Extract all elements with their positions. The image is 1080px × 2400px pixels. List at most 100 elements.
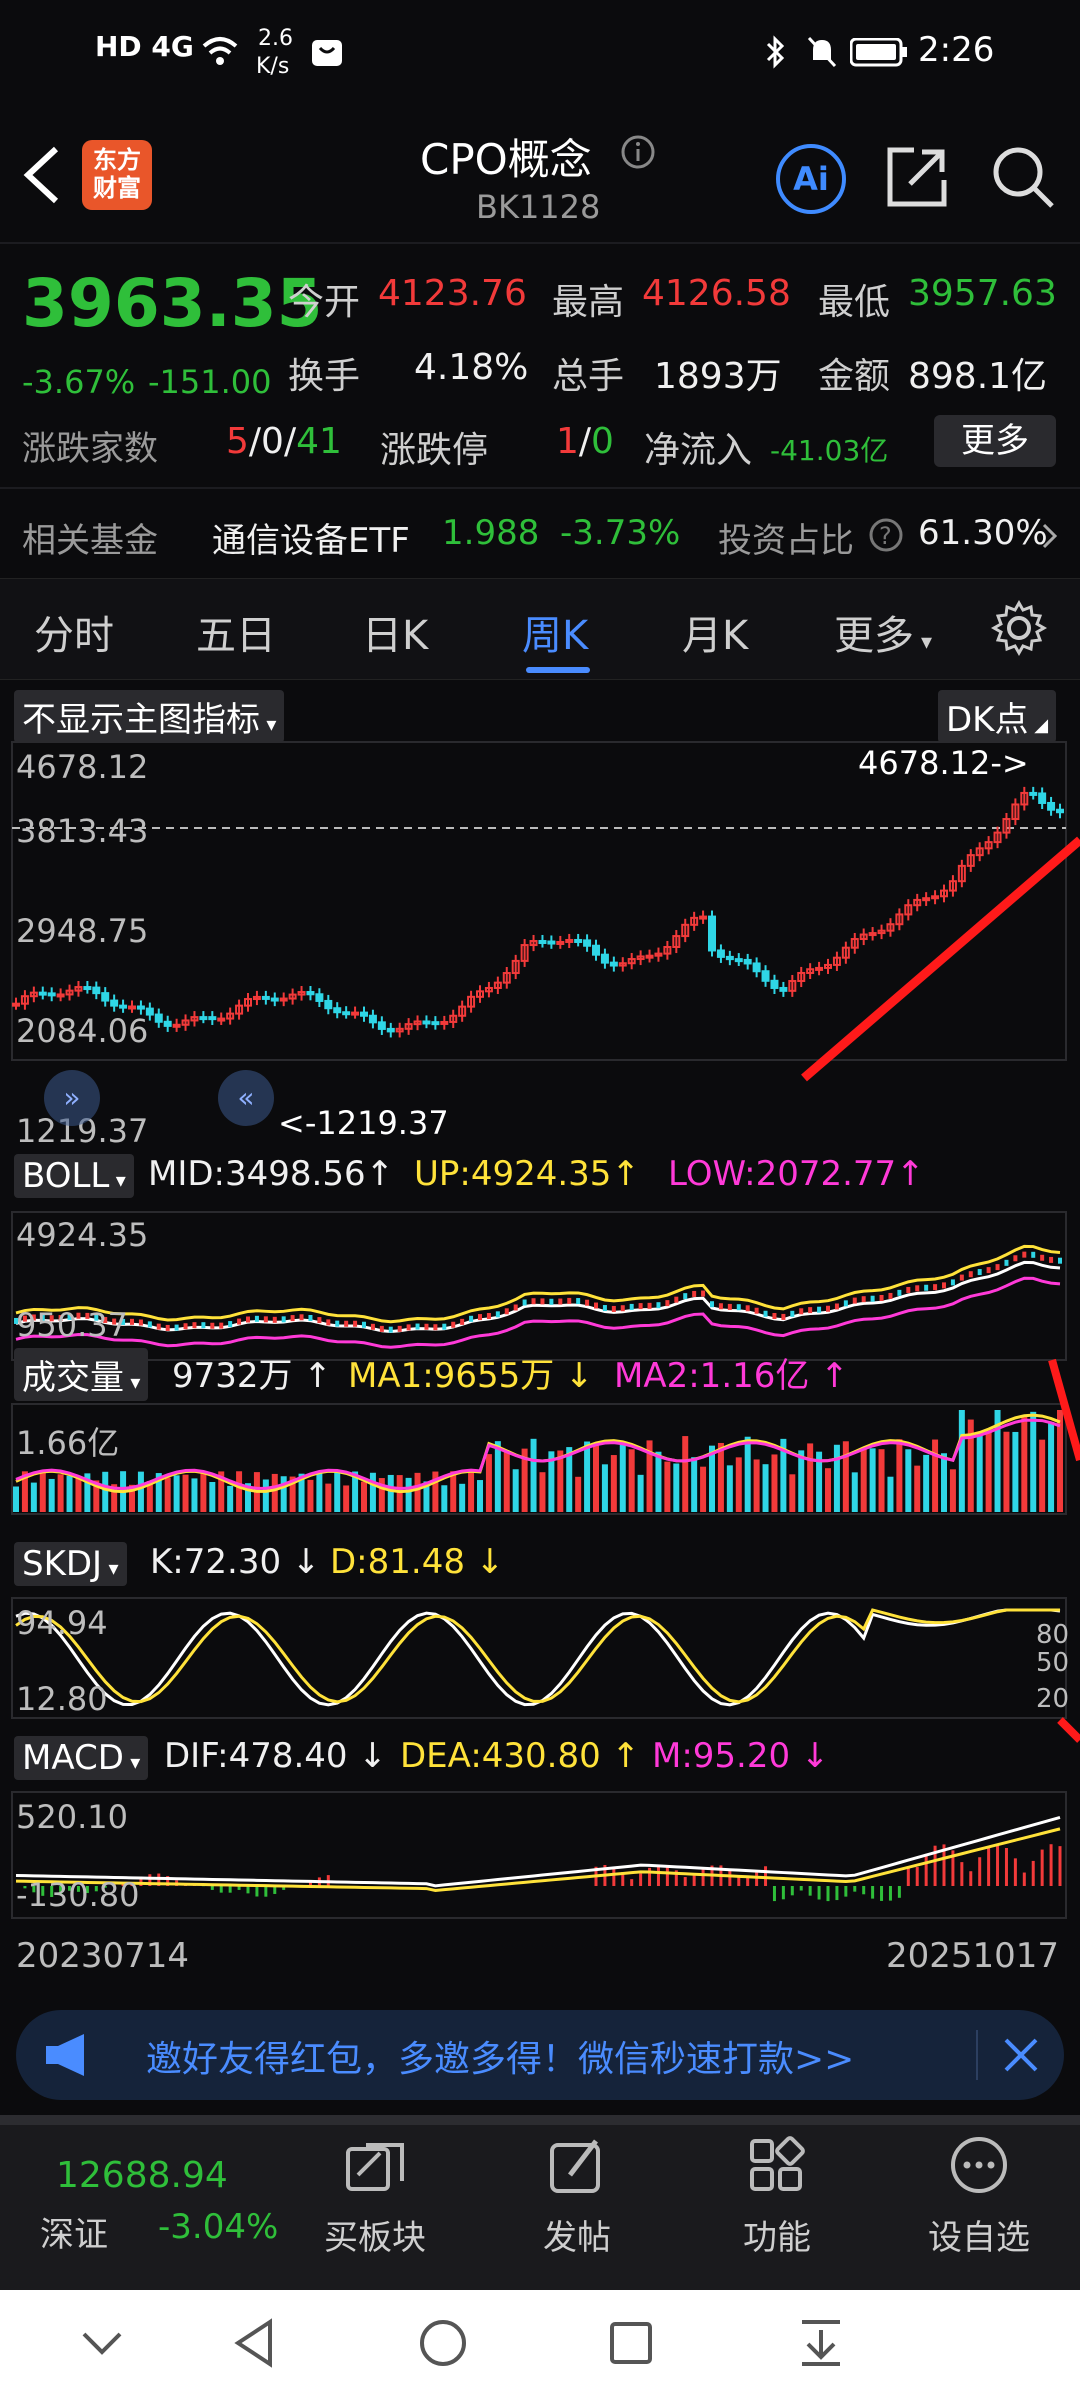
system-nav-bar [0, 2290, 1080, 2400]
volume-value: 9732万 ↑ [172, 1356, 332, 1396]
volume-bar [851, 1472, 858, 1512]
volume-bar [39, 1472, 46, 1512]
info-icon[interactable] [620, 134, 656, 170]
index-value[interactable]: 12688.94 [56, 2155, 228, 2196]
flat-count: 0 [261, 421, 284, 462]
macd-dropdown[interactable]: MACD ▾ [14, 1736, 149, 1780]
low-value: 3957.63 [908, 273, 1057, 314]
boll-candle [219, 1322, 224, 1329]
macd-m-value: M:95.20 ↓ [652, 1736, 830, 1776]
chevron-right-icon[interactable] [1040, 521, 1060, 551]
chevron-down-icon[interactable] [80, 2328, 124, 2358]
functions-label: 功能 [743, 2218, 811, 2258]
boll-candle [397, 1325, 402, 1332]
functions-button[interactable]: 功能 [702, 2135, 852, 2259]
macd-bar [978, 1857, 982, 1886]
volume-dropdown[interactable]: 成交量 ▾ [14, 1348, 149, 1401]
help-icon[interactable]: ? [868, 517, 904, 553]
boll-candle [718, 1303, 723, 1310]
date-end: 20251017 [886, 1936, 1060, 1976]
tab-five-day[interactable]: 五日 [196, 603, 276, 661]
volume-bar [30, 1482, 37, 1512]
skdj-k-line [15, 1608, 1061, 1707]
tab-monthly-k[interactable]: 月K [682, 603, 748, 661]
skdj-dropdown[interactable]: SKDJ ▾ [14, 1542, 127, 1586]
volume-ma2-line [15, 1418, 1061, 1491]
candle [154, 1013, 163, 1023]
kline-chart-area[interactable]: 不显示主图指标 ▾ DK点 ◢ 4678.12 3813.43 2948.75 … [0, 680, 1080, 2000]
boll-mid-text: MID:3498.56 [148, 1154, 366, 1194]
volume-bar [405, 1477, 412, 1512]
volume-bar [1012, 1431, 1019, 1512]
share-icon[interactable] [884, 144, 950, 210]
boll-candle [977, 1269, 982, 1276]
buy-sector-button[interactable]: 买板块 [300, 2135, 450, 2259]
boll-candle [138, 1319, 143, 1326]
add-watchlist-button[interactable]: 设自选 [904, 2135, 1054, 2259]
boll-candle [879, 1294, 884, 1301]
boll-candle [602, 1305, 607, 1312]
candle [12, 1002, 20, 1007]
limit-counts: 1/0 [556, 421, 614, 462]
volume-bar [887, 1476, 894, 1512]
change-amount: -151.00 [148, 363, 272, 401]
post-button[interactable]: 发帖 [502, 2135, 652, 2259]
skdj-d-value: D:81.48 ↓ [330, 1542, 505, 1582]
boll-candle [451, 1321, 456, 1328]
boll-candle [986, 1267, 991, 1274]
banner-text: 邀好友得红包，多邀多得！微信秒速打款>> [146, 2039, 855, 2080]
nav-recents-icon[interactable] [608, 2320, 654, 2366]
tab-more[interactable]: 更多 ▾ [834, 603, 932, 661]
tab-daily-k[interactable]: 日K [362, 603, 428, 661]
volume-bar [307, 1479, 314, 1512]
up-count: 5 [226, 421, 249, 462]
megaphone-icon [46, 2034, 84, 2076]
back-icon[interactable] [20, 145, 64, 205]
boll-candle [683, 1293, 688, 1300]
candle [270, 997, 279, 1002]
macd-bar [639, 1873, 643, 1886]
boll-candle [147, 1321, 152, 1328]
nav-home-icon[interactable] [418, 2318, 468, 2368]
volume-bar [137, 1471, 144, 1512]
boll-candle [647, 1302, 652, 1309]
low-marker: <-1219.37 [278, 1104, 449, 1142]
volume-bar [539, 1472, 546, 1512]
boll-candle [888, 1292, 893, 1299]
chart-svg [11, 741, 1080, 1919]
volume-bar [673, 1463, 680, 1512]
nav-download-icon[interactable] [798, 2318, 844, 2368]
boll-candle [1049, 1256, 1054, 1263]
promo-banner[interactable]: 邀好友得红包，多邀多得！微信秒速打款>> [16, 2010, 1064, 2100]
period-tabs: 分时 五日 日K 周K 月K 更多 ▾ [0, 578, 1080, 680]
volume-bar [361, 1481, 367, 1512]
volume-bar [985, 1431, 992, 1512]
boll-candle [1004, 1259, 1009, 1266]
volume-axis-top: 1.66亿 [16, 1424, 120, 1462]
tab-intraday[interactable]: 分时 [34, 603, 114, 661]
candle [743, 958, 752, 965]
ai-button[interactable]: Ai [776, 144, 846, 214]
netflow-label: 净流入 [644, 430, 753, 471]
close-icon[interactable] [1002, 2036, 1040, 2074]
volume-bar [182, 1474, 189, 1512]
volume-bar [280, 1476, 287, 1512]
candle [92, 986, 101, 995]
tab-weekly-k[interactable]: 周K [522, 603, 588, 661]
search-icon[interactable] [990, 144, 1056, 210]
volume-bar [530, 1438, 537, 1512]
volume-bar [735, 1457, 742, 1512]
scroll-right-handle[interactable]: « [218, 1070, 274, 1126]
boll-dropdown[interactable]: BOLL ▾ [14, 1154, 134, 1198]
fund-name[interactable]: 通信设备ETF [212, 513, 410, 562]
macd-dea-text: DEA:430.80 [400, 1736, 601, 1776]
more-button[interactable]: 更多 [934, 415, 1056, 467]
nav-back-icon[interactable] [232, 2318, 276, 2368]
boll-candle [817, 1306, 822, 1313]
boll-candle [906, 1286, 911, 1293]
scroll-left-handle[interactable]: » [44, 1070, 100, 1126]
candle [600, 953, 609, 964]
settings-gear-icon[interactable] [990, 599, 1048, 657]
network-icons: HD 4G [95, 30, 194, 63]
volume-bar [905, 1449, 912, 1512]
